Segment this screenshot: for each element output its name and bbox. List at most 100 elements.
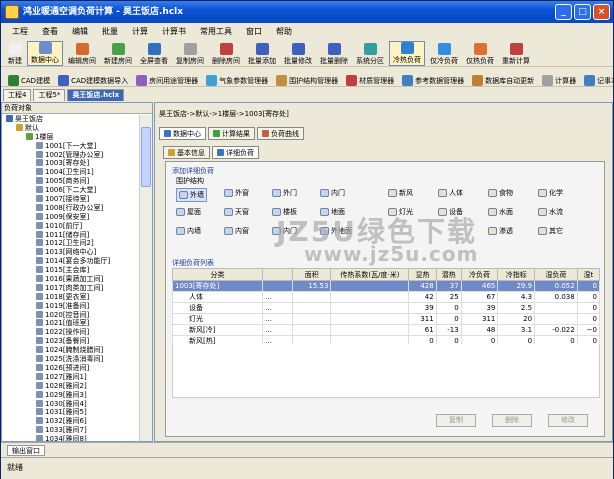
table-cell[interactable]: …: [262, 313, 293, 325]
component-button[interactable]: 内门: [320, 188, 345, 198]
menu-item[interactable]: 计算: [125, 26, 155, 37]
menu-item[interactable]: 编辑: [65, 26, 95, 37]
column-header[interactable]: 冷负荷: [460, 268, 499, 281]
toolbar-button[interactable]: 仅热负荷: [463, 43, 497, 66]
component-button[interactable]: 水流: [538, 207, 563, 217]
menu-item[interactable]: 常用工具: [193, 26, 239, 37]
document-tab[interactable]: 工程4: [3, 89, 32, 101]
toolbar-button[interactable]: 系统分区: [353, 43, 387, 66]
toolbar-button[interactable]: 全屏查看: [137, 43, 171, 66]
document-tab[interactable]: 昊王饭店.hclx: [67, 89, 125, 101]
scrollbar-thumb[interactable]: [141, 127, 151, 187]
component-button[interactable]: 新风: [388, 188, 413, 198]
toolbar-button[interactable]: 数据中心: [27, 41, 63, 66]
column-header[interactable]: 湿t: [576, 268, 601, 281]
action-button[interactable]: 删除: [492, 414, 532, 427]
component-button[interactable]: 化学: [538, 188, 563, 198]
view-tab[interactable]: 计算结果: [208, 127, 255, 140]
table-row[interactable]: 设备… 39 0 39 2.5 0: [172, 302, 601, 314]
tree-node[interactable]: 默认: [2, 123, 140, 133]
table-row[interactable]: 人体… 42 25 67 4.3 0.038 0: [172, 291, 601, 303]
tree-node[interactable]: 1004[卫生间1]: [2, 168, 140, 177]
tree-node[interactable]: 1022[操作间]: [2, 328, 140, 337]
minimize-button[interactable]: _: [555, 4, 572, 20]
table-row[interactable]: 1003[寄存处] 15.53 428 37 465 29.9 0.052 0: [172, 280, 601, 292]
tree-node[interactable]: 1019[准备间]: [2, 301, 140, 311]
table-cell[interactable]: [262, 280, 293, 292]
column-header[interactable]: 面积: [291, 268, 332, 281]
menu-item[interactable]: 查看: [35, 26, 65, 37]
menu-item[interactable]: 批量: [95, 26, 125, 37]
component-button[interactable]: 外窗: [224, 188, 249, 198]
table-row[interactable]: 灯光… 311 0 311 20 0: [172, 313, 601, 325]
component-button[interactable]: 天窗: [224, 207, 249, 217]
tree-node[interactable]: 1029[雅间3]: [2, 390, 140, 400]
toolbar-button[interactable]: 删除房间: [209, 43, 243, 66]
tree-node[interactable]: 1013[网络中心]: [2, 248, 140, 257]
view-tab[interactable]: 数据中心: [159, 127, 206, 140]
toolbar-button[interactable]: 计算器: [539, 75, 579, 86]
tree-node[interactable]: 1023[备餐间]: [2, 337, 140, 346]
menu-item[interactable]: 窗口: [239, 26, 269, 37]
tree-node[interactable]: 1024[腌制烧腊间]: [2, 346, 140, 355]
toolbar-button[interactable]: 新建: [5, 43, 25, 66]
component-button[interactable]: 渗透: [488, 226, 513, 236]
toolbar-button[interactable]: 围护结构管理器: [273, 75, 341, 86]
component-button[interactable]: 外墙: [176, 188, 207, 202]
component-button[interactable]: 内窗: [224, 226, 249, 236]
toolbar-button[interactable]: 冷热负荷: [389, 41, 425, 66]
maximize-button[interactable]: □: [574, 4, 591, 20]
component-button[interactable]: 屋面: [176, 207, 201, 217]
column-header[interactable]: 潜热: [435, 268, 462, 281]
toolbar-button[interactable]: 新建房间: [101, 43, 135, 66]
toolbar-button[interactable]: 批量修改: [281, 43, 315, 66]
toolbar-button[interactable]: 批量添加: [245, 43, 279, 66]
tree-node[interactable]: 1007[接待室]: [2, 195, 140, 204]
table-row[interactable]: 新风[冷]… 61 -13 48 3.1 -0.022 −0: [172, 324, 601, 336]
tree-node[interactable]: 1009[保安室]: [2, 212, 140, 222]
tree-node[interactable]: 1010[前厅]: [2, 221, 140, 231]
tree-node[interactable]: 1008[行政办公室]: [2, 203, 140, 213]
toolbar-button[interactable]: CAD建模数据导入: [55, 75, 131, 86]
column-header[interactable]: 湿负荷: [534, 268, 578, 281]
document-tab[interactable]: 工程5*: [33, 89, 66, 101]
action-button[interactable]: 修改: [548, 414, 588, 427]
tree-node[interactable]: 1楼层: [2, 132, 140, 142]
tree-node[interactable]: 1014[宴会多功能厅]: [2, 257, 140, 266]
toolbar-button[interactable]: CAD建模: [5, 75, 53, 86]
toolbar-button[interactable]: 重新计算: [499, 43, 533, 66]
column-header[interactable]: 冷指标: [497, 268, 536, 281]
component-button[interactable]: 人体: [438, 188, 463, 198]
column-header[interactable]: 显热: [408, 268, 437, 281]
tree-node[interactable]: 1015[主会库]: [2, 266, 140, 275]
column-header[interactable]: 分类: [172, 268, 263, 281]
menu-item[interactable]: 工程: [5, 26, 35, 37]
toolbar-button[interactable]: 批量删除: [317, 43, 351, 66]
tree-node[interactable]: 1034[雅间8]: [2, 435, 140, 441]
toolbar-button[interactable]: 房间用途管理器: [133, 75, 201, 86]
close-button[interactable]: ×: [593, 4, 610, 20]
toolbar-button[interactable]: 仅冷负荷: [427, 43, 461, 66]
toolbar-button[interactable]: 材质管理器: [343, 75, 397, 86]
tree-node[interactable]: 1006[下二大堂]: [2, 186, 140, 195]
tree-node[interactable]: 1001[下一大堂]: [2, 141, 140, 151]
column-header[interactable]: [262, 268, 293, 281]
tree-node[interactable]: 1031[雅间5]: [2, 408, 140, 417]
component-button[interactable]: 外门: [272, 188, 297, 198]
component-button[interactable]: 水面: [488, 207, 513, 217]
menu-item[interactable]: 帮助: [269, 26, 299, 37]
toolbar-button[interactable]: 参考数据管理器: [399, 75, 467, 86]
detail-tab[interactable]: 基本信息: [163, 146, 210, 159]
tree-node[interactable]: 1026[预进间]: [2, 363, 140, 373]
view-tab[interactable]: 负荷曲线: [257, 127, 304, 140]
table-cell[interactable]: …: [262, 291, 293, 303]
tree-node[interactable]: 1033[雅间7]: [2, 426, 140, 435]
column-header[interactable]: 传热系数(瓦/度·米): [330, 268, 410, 281]
tree-node[interactable]: 1018[更衣室]: [2, 292, 140, 302]
tree-node[interactable]: 昊王饭店: [2, 115, 140, 124]
menu-item[interactable]: 计算书: [155, 26, 193, 37]
tree-node[interactable]: 1027[雅间1]: [2, 372, 140, 382]
toolbar-button[interactable]: 气象参数管理器: [203, 75, 271, 86]
table-cell[interactable]: …: [262, 302, 293, 314]
tree-scrollbar[interactable]: [139, 115, 152, 441]
